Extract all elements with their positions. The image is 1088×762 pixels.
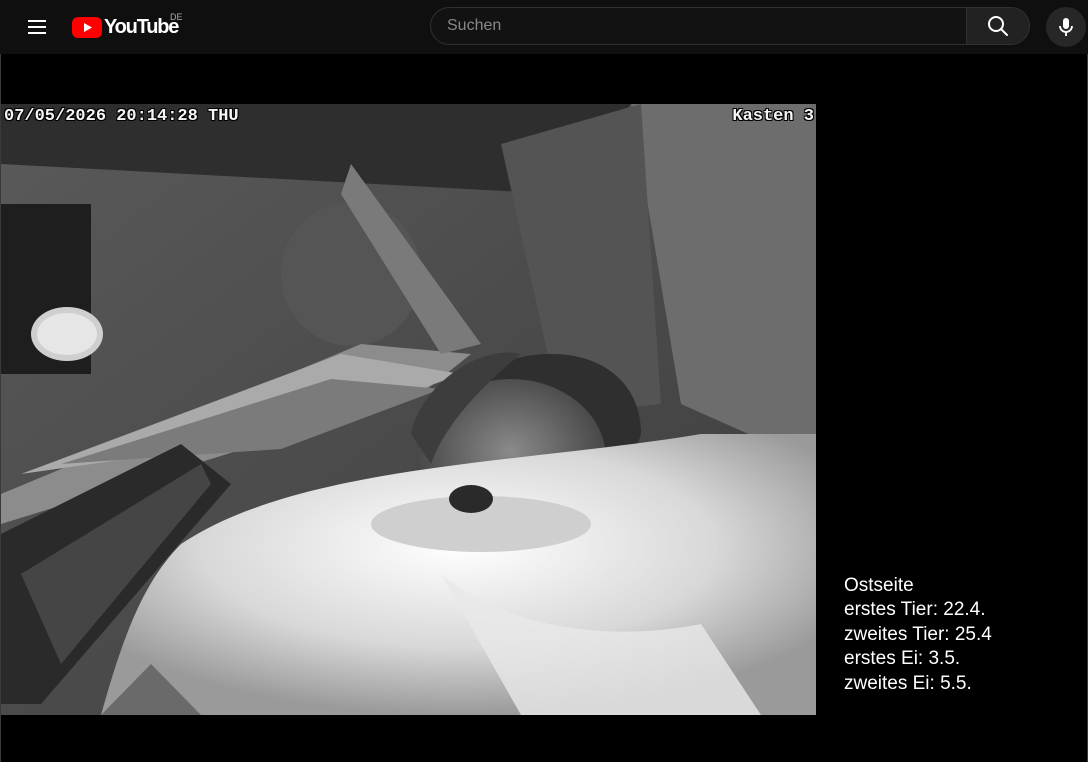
info-line: erstes Tier: 22.4. [844, 599, 986, 621]
hamburger-menu-icon [28, 20, 46, 34]
search-icon [988, 16, 1008, 36]
nest-camera-feed: 07/05/2026 20:14:28 THU Kasten 3 [1, 104, 816, 715]
video-player[interactable]: 07/05/2026 20:14:28 THU Kasten 3 Ostseit… [1, 54, 1087, 762]
camera-timestamp: 07/05/2026 20:14:28 THU [4, 107, 239, 126]
search-button[interactable] [966, 7, 1030, 45]
guide-menu-button[interactable] [17, 7, 57, 47]
search-box [430, 7, 966, 45]
masthead: YouTube DE [0, 0, 1088, 54]
nest-info-panel: Ostseite erstes Tier: 22.4. zweites Tier… [844, 574, 992, 696]
logo-text: YouTube [104, 15, 179, 38]
info-line: zweites Ei: 5.5. [844, 672, 972, 694]
search-input[interactable] [431, 8, 947, 44]
youtube-play-icon [72, 16, 102, 38]
info-line: erstes Ei: 3.5. [844, 648, 961, 670]
voice-search-button[interactable] [1046, 7, 1086, 47]
country-code: DE [170, 12, 183, 22]
nest-box-image [1, 104, 816, 715]
info-line: zweites Tier: 25.4 [844, 623, 992, 645]
camera-label: Kasten 3 [732, 107, 814, 126]
youtube-logo-link[interactable]: YouTube [72, 12, 179, 42]
info-title: Ostseite [844, 575, 914, 596]
microphone-icon [1059, 18, 1073, 36]
